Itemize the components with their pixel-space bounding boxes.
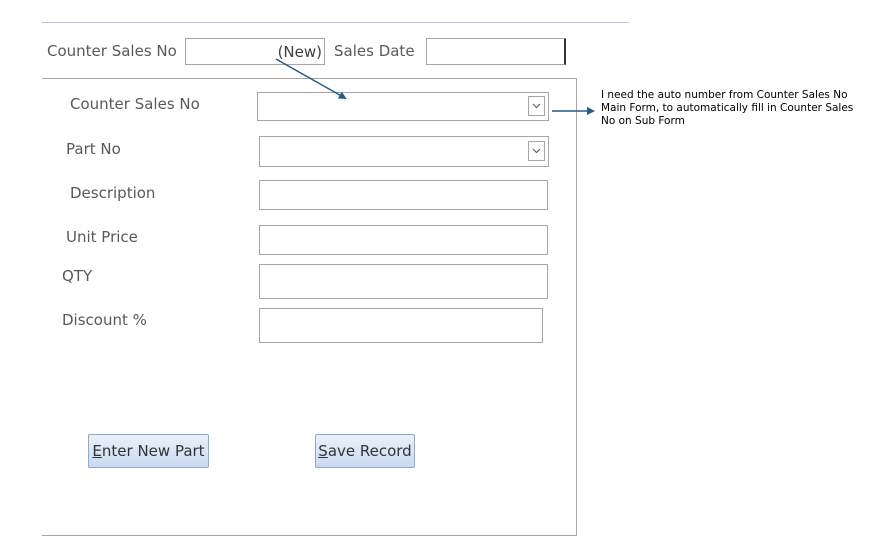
annotation-note-line: No on Sub Form [601, 115, 685, 127]
annotation-arrows [275, 58, 595, 115]
annotation-note-line: I need the auto number from Counter Sale… [601, 89, 848, 101]
annotation-note: I need the auto number from Counter Sale… [601, 89, 886, 128]
annotation-note-line: Main Form, to automatically fill in Coun… [601, 102, 854, 114]
annotation-arrow-diagonal [275, 58, 347, 99]
